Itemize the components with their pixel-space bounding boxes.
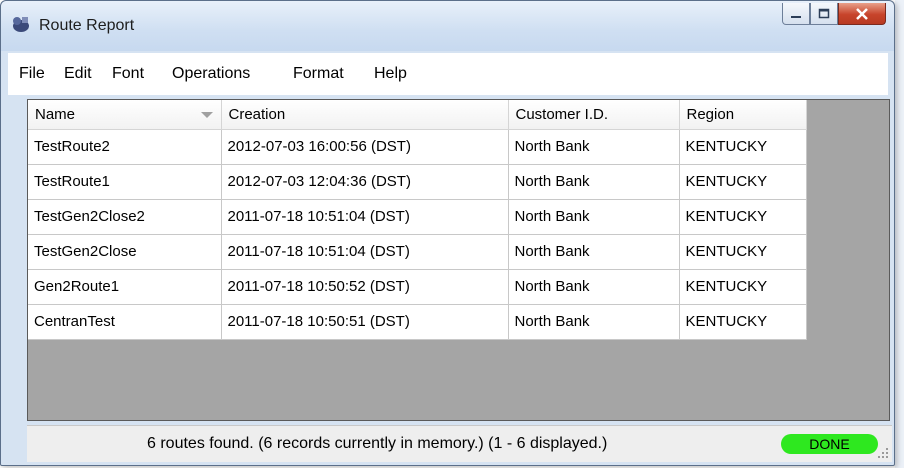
- column-header-label: Region: [686, 105, 735, 123]
- maximize-icon: [818, 8, 830, 19]
- cell-name[interactable]: Gen2Route1: [28, 269, 222, 305]
- cell-region[interactable]: KENTUCKY: [679, 199, 807, 235]
- sort-descending-icon: [200, 112, 213, 118]
- resize-grip-icon[interactable]: [877, 447, 889, 459]
- column-header-region[interactable]: Region: [679, 100, 807, 130]
- menu-format[interactable]: Format: [293, 65, 344, 83]
- menu-operations[interactable]: Operations: [172, 65, 250, 83]
- title-bar[interactable]: Route Report: [1, 1, 894, 51]
- maximize-button[interactable]: [810, 3, 838, 25]
- menu-file[interactable]: File: [19, 65, 45, 83]
- status-bar: 6 routes found. (6 records currently in …: [27, 425, 892, 462]
- cell-name[interactable]: TestGen2Close2: [28, 199, 222, 235]
- window-title: Route Report: [39, 17, 135, 34]
- route-grid: Name Creation Customer I.D. Region TestR…: [27, 99, 890, 421]
- column-header-name[interactable]: Name: [28, 100, 222, 130]
- table-row[interactable]: TestRoute1 2012-07-03 12:04:36 (DST) Nor…: [28, 164, 807, 200]
- close-icon: [856, 7, 868, 20]
- menu-font[interactable]: Font: [112, 65, 144, 83]
- column-header-label: Customer I.D.: [515, 105, 609, 123]
- cell-region[interactable]: KENTUCKY: [679, 164, 807, 200]
- column-header-label: Creation: [228, 105, 286, 123]
- header-row: Name Creation Customer I.D. Region: [28, 100, 807, 130]
- cell-creation[interactable]: 2012-07-03 12:04:36 (DST): [221, 164, 509, 200]
- window-controls: [782, 3, 886, 29]
- table-row[interactable]: TestRoute2 2012-07-03 16:00:56 (DST) Nor…: [28, 129, 807, 165]
- minimize-button[interactable]: [782, 3, 810, 25]
- cell-region[interactable]: KENTUCKY: [679, 269, 807, 305]
- column-header-creation[interactable]: Creation: [221, 100, 509, 130]
- cell-region[interactable]: KENTUCKY: [679, 129, 807, 165]
- table-row[interactable]: Gen2Route1 2011-07-18 10:50:52 (DST) Nor…: [28, 269, 807, 305]
- column-header-label: Name: [35, 105, 76, 123]
- status-message: 6 routes found. (6 records currently in …: [147, 435, 608, 452]
- cell-customer-id[interactable]: North Bank: [508, 234, 680, 270]
- cell-creation[interactable]: 2012-07-03 16:00:56 (DST): [221, 129, 509, 165]
- table-row[interactable]: TestGen2Close 2011-07-18 10:51:04 (DST) …: [28, 234, 807, 270]
- menu-bar: File Edit Font Operations Format Help: [8, 53, 888, 95]
- cell-region[interactable]: KENTUCKY: [679, 234, 807, 270]
- cell-creation[interactable]: 2011-07-18 10:50:51 (DST): [221, 304, 509, 340]
- close-button[interactable]: [838, 3, 886, 25]
- app-icon: [13, 17, 29, 32]
- cell-customer-id[interactable]: North Bank: [508, 304, 680, 340]
- cell-customer-id[interactable]: North Bank: [508, 199, 680, 235]
- cell-creation[interactable]: 2011-07-18 10:50:52 (DST): [221, 269, 509, 305]
- background-edge: [895, 0, 904, 468]
- cell-customer-id[interactable]: North Bank: [508, 164, 680, 200]
- minimize-icon: [791, 15, 801, 18]
- cell-name[interactable]: TestRoute2: [28, 129, 222, 165]
- cell-creation[interactable]: 2011-07-18 10:51:04 (DST): [221, 199, 509, 235]
- cell-name[interactable]: CentranTest: [28, 304, 222, 340]
- menu-help[interactable]: Help: [374, 65, 407, 83]
- table-row[interactable]: TestGen2Close2 2011-07-18 10:51:04 (DST)…: [28, 199, 807, 235]
- route-table: Name Creation Customer I.D. Region TestR…: [28, 100, 807, 340]
- cell-name[interactable]: TestGen2Close: [28, 234, 222, 270]
- column-header-customer-id[interactable]: Customer I.D.: [508, 100, 680, 130]
- cell-customer-id[interactable]: North Bank: [508, 129, 680, 165]
- cell-region[interactable]: KENTUCKY: [679, 304, 807, 340]
- cell-creation[interactable]: 2011-07-18 10:51:04 (DST): [221, 234, 509, 270]
- status-badge: DONE: [781, 434, 878, 454]
- table-row[interactable]: CentranTest 2011-07-18 10:50:51 (DST) No…: [28, 304, 807, 340]
- cell-name[interactable]: TestRoute1: [28, 164, 222, 200]
- menu-edit[interactable]: Edit: [64, 65, 92, 83]
- route-report-window: Route Report File Edit Font Operations F…: [0, 0, 895, 466]
- cell-customer-id[interactable]: North Bank: [508, 269, 680, 305]
